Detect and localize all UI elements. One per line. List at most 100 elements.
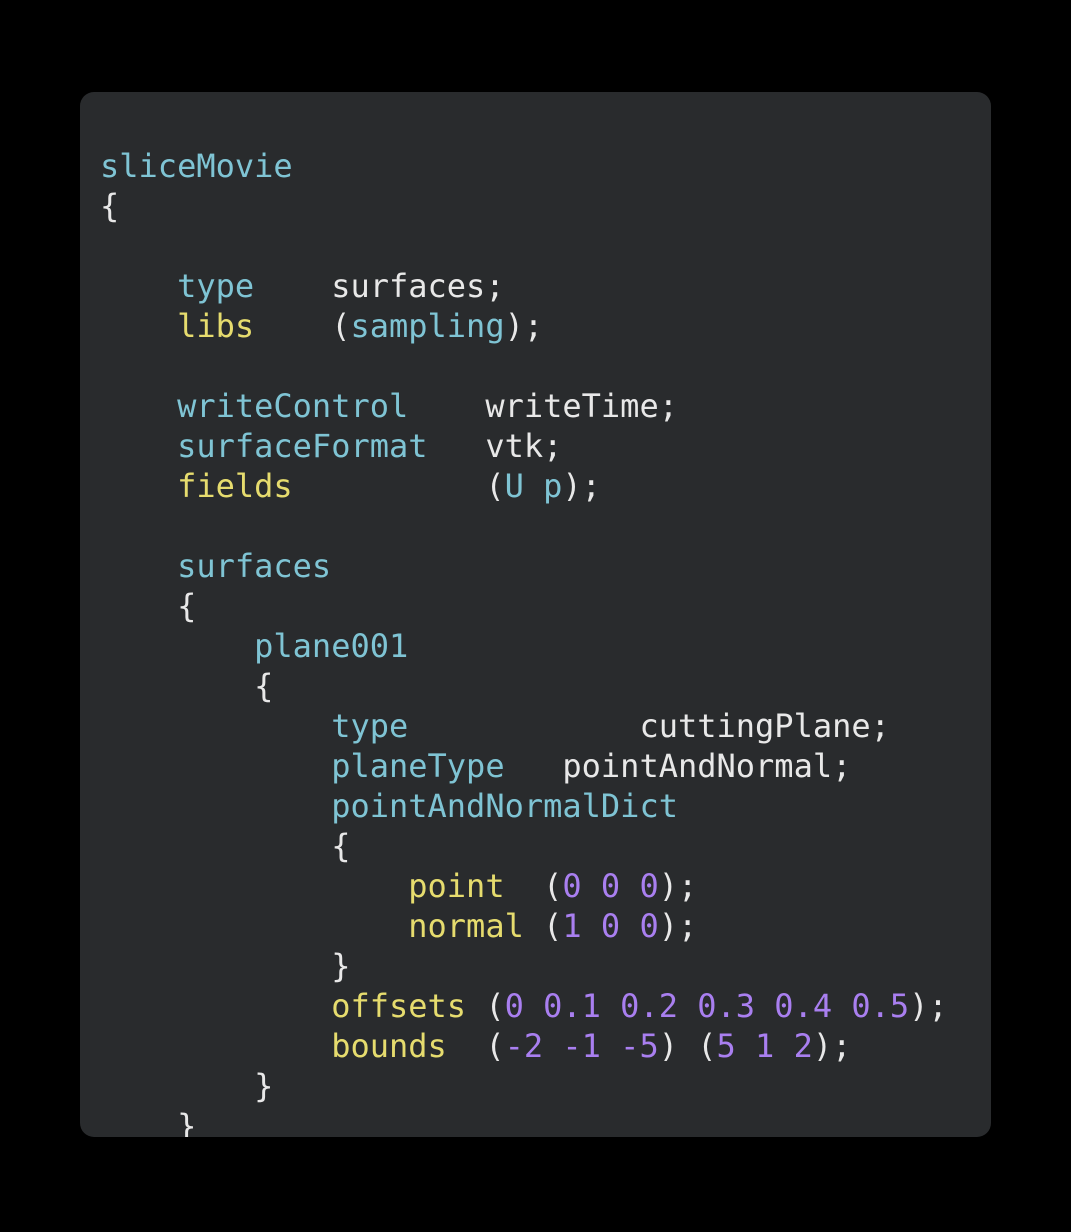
code-line: {: [100, 666, 991, 706]
code-line: {: [100, 826, 991, 866]
code-token-punct: (: [543, 867, 563, 905]
code-token-punct: (: [485, 987, 505, 1025]
code-token-num: 0: [639, 867, 659, 905]
code-token-value: vtk;: [485, 427, 563, 465]
code-line: type surfaces;: [100, 266, 991, 306]
code-token-punct: );: [504, 307, 544, 345]
code-line: writeControl writeTime;: [100, 386, 991, 426]
code-token-keyalt: offsets: [331, 987, 467, 1025]
code-token-keyalt: normal: [408, 907, 524, 945]
code-token-num: -1: [562, 1027, 601, 1065]
code-token-key: sampling: [350, 307, 505, 345]
code-token-punct: }: [331, 947, 351, 985]
code-token-punct: ): [658, 1027, 678, 1065]
code-line: offsets (0 0.1 0.2 0.3 0.4 0.5);: [100, 986, 991, 1026]
code-line: }: [100, 1066, 991, 1106]
code-token-num: 0.4: [774, 987, 833, 1025]
code-token-punct: (: [697, 1027, 717, 1065]
code-token-punct: {: [331, 827, 351, 865]
code-token-key: type: [331, 707, 409, 745]
code-token-punct: {: [177, 587, 197, 625]
code-token-punct: (: [331, 307, 351, 345]
code-token-punct: );: [562, 467, 601, 505]
code-line: surfaces: [100, 546, 991, 586]
code-line: {: [100, 186, 991, 226]
code-line: normal (1 0 0);: [100, 906, 991, 946]
code-token-punct: {: [254, 667, 274, 705]
code-token-punct: (: [485, 467, 505, 505]
code-token-num: 0.5: [851, 987, 910, 1025]
code-token-punct: }: [254, 1067, 274, 1105]
code-token-dict: plane001: [254, 627, 409, 665]
code-token-key: p: [543, 467, 563, 505]
code-token-key: surfaceFormat: [177, 427, 428, 465]
code-token-punct: (: [485, 1027, 505, 1065]
code-token-value: writeTime;: [485, 387, 678, 425]
code-token-num: 5: [716, 1027, 736, 1065]
code-token-punct: }: [177, 1107, 197, 1137]
code-token-num: 1: [755, 1027, 775, 1065]
code-line: sliceMovie: [100, 146, 991, 186]
code-token-punct: {: [100, 187, 120, 225]
code-line: fields (U p);: [100, 466, 991, 506]
code-line: }: [100, 946, 991, 986]
code-token-keyalt: fields: [177, 467, 293, 505]
code-token-key: U: [504, 467, 524, 505]
code-token-num: 2: [793, 1027, 813, 1065]
code-token-keyalt: point: [408, 867, 505, 905]
code-line: planeType pointAndNormal;: [100, 746, 991, 786]
code-token-value: pointAndNormal;: [562, 747, 852, 785]
code-line: }: [100, 1106, 991, 1137]
code-card: sliceMovie{ type surfaces; libs (samplin…: [80, 92, 991, 1137]
code-token-num: 1: [562, 907, 582, 945]
code-line: point (0 0 0);: [100, 866, 991, 906]
code-token-num: 0.3: [697, 987, 756, 1025]
code-token-num: 0: [600, 907, 621, 945]
code-token-value: surfaces;: [331, 267, 505, 305]
code-token-num: -5: [620, 1027, 659, 1065]
code-line: pointAndNormalDict: [100, 786, 991, 826]
code-token-num: -2: [504, 1027, 544, 1065]
code-token-num: 0: [562, 867, 582, 905]
code-line: type cuttingPlane;: [100, 706, 991, 746]
code-block[interactable]: sliceMovie{ type surfaces; libs (samplin…: [80, 146, 991, 1137]
